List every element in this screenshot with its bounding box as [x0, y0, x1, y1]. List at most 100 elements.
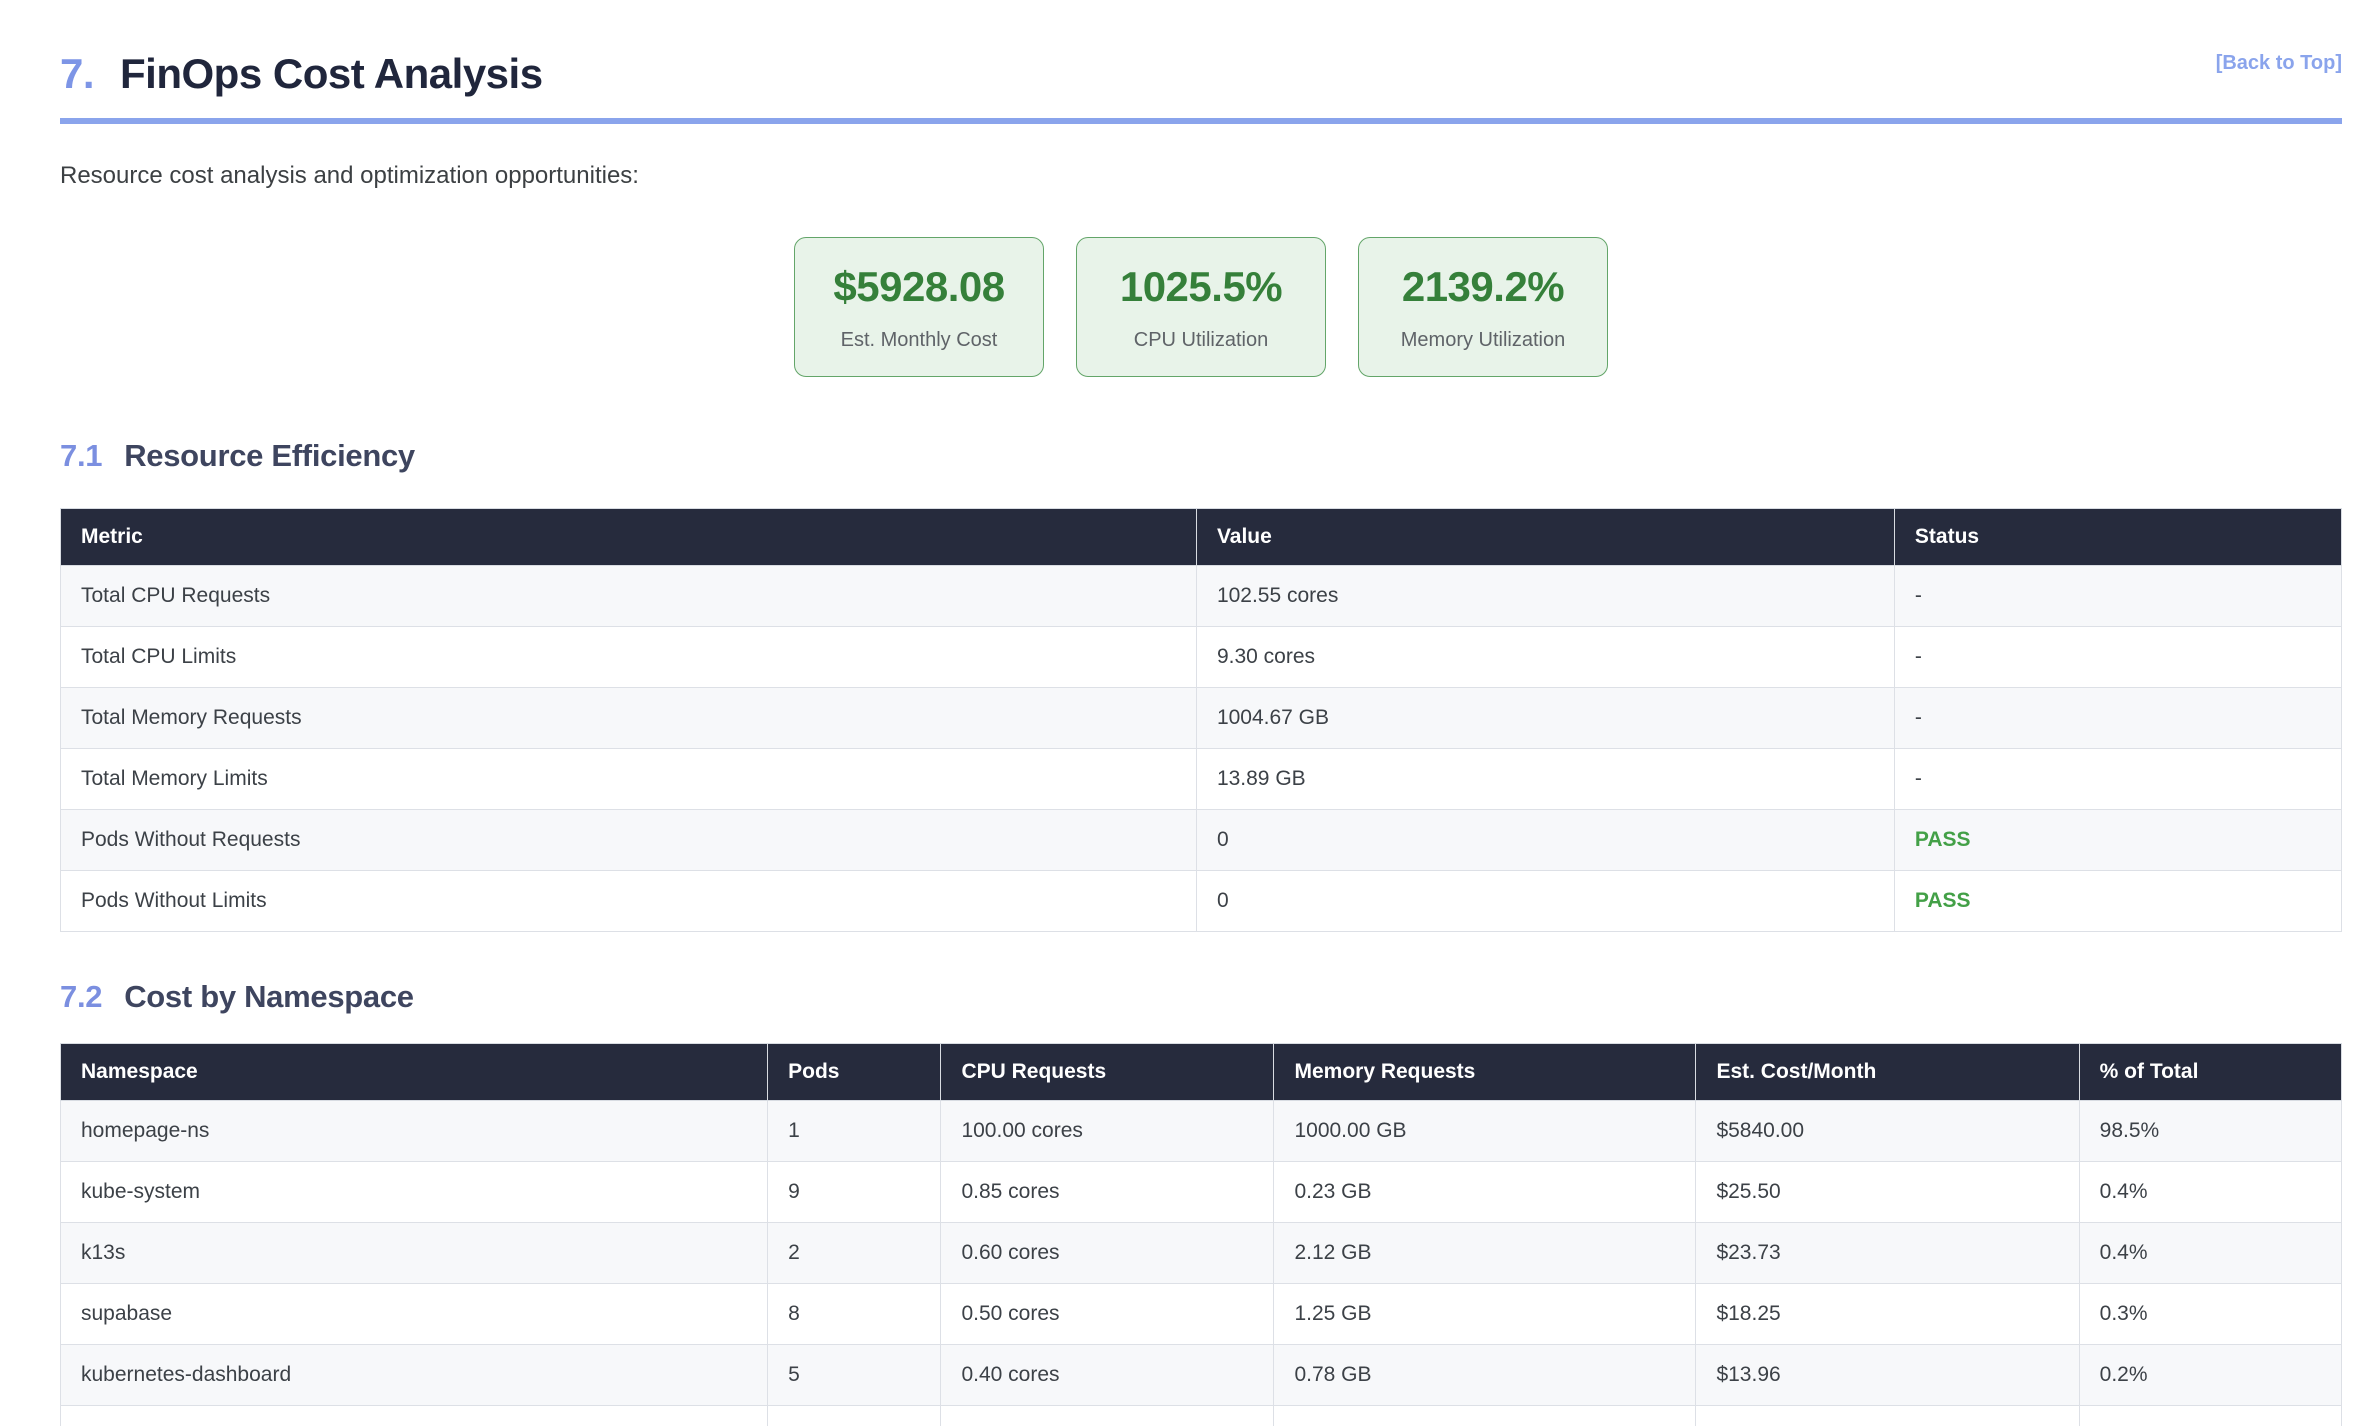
cost-by-namespace-table: NamespacePodsCPU RequestsMemory Requests… — [60, 1043, 2342, 1426]
table-cell: 0.78 GB — [1274, 1345, 1696, 1406]
table-cell: 98.5% — [2079, 1101, 2341, 1162]
column-header: % of Total — [2079, 1044, 2341, 1101]
table-cell: 1 — [768, 1101, 941, 1162]
table-cell: 8 — [768, 1284, 941, 1345]
table-cell: homepage-ns — [61, 1101, 768, 1162]
table-cell: 2.12 GB — [1274, 1223, 1696, 1284]
summary-card: 1025.5% CPU Utilization — [1076, 237, 1326, 377]
table-cell: $18.25 — [1696, 1284, 2079, 1345]
column-header: CPU Requests — [941, 1044, 1274, 1101]
table-row: Pods Without Requests0PASS — [61, 810, 2342, 871]
resource-efficiency-table: MetricValueStatusTotal CPU Requests102.5… — [60, 508, 2342, 932]
table-cell: 1000.00 GB — [1274, 1101, 1696, 1162]
table-cell: $13.96 — [1696, 1345, 2079, 1406]
table-cell: Total Memory Requests — [61, 688, 1197, 749]
table-cell: 0.40 cores — [941, 1345, 1274, 1406]
section-header: 7. FinOps Cost Analysis — [60, 50, 2342, 124]
column-header: Est. Cost/Month — [1696, 1044, 2079, 1101]
table-cell: 0.4% — [2079, 1223, 2341, 1284]
table-cell: 9.30 cores — [1196, 627, 1894, 688]
summary-cards: $5928.08 Est. Monthly Cost 1025.5% CPU Util… — [60, 237, 2342, 377]
table-cell: 100.00 cores — [941, 1101, 1274, 1162]
table-cell: ingress-nginx — [61, 1406, 768, 1426]
table-cell: 0.50 cores — [941, 1284, 1274, 1345]
summary-card: $5928.08 Est. Monthly Cost — [794, 237, 1044, 377]
table-cell: Total CPU Limits — [61, 627, 1197, 688]
table-cell: Total Memory Limits — [61, 749, 1197, 810]
subsection-number: 7.2 — [60, 979, 102, 1014]
column-header: Value — [1196, 509, 1894, 566]
table-cell: k13s — [61, 1223, 768, 1284]
table-cell: Pods Without Limits — [61, 871, 1197, 932]
column-header: Status — [1894, 509, 2341, 566]
table-cell: 2 — [768, 1223, 941, 1284]
table-row: Pods Without Limits0PASS — [61, 871, 2342, 932]
table-cell: 0.60 cores — [941, 1223, 1274, 1284]
table-cell: kubernetes-dashboard — [61, 1345, 768, 1406]
table-cell: PASS — [1894, 810, 2341, 871]
table-cell: 1004.67 GB — [1196, 688, 1894, 749]
table-row: kube-system90.85 cores0.23 GB$25.500.4% — [61, 1162, 2342, 1223]
card-value: 2139.2% — [1402, 263, 1564, 311]
table-cell: 5 — [768, 1345, 941, 1406]
table-cell: $3.18 — [1696, 1406, 2079, 1426]
card-label: Memory Utilization — [1401, 329, 1565, 352]
card-value: $5928.08 — [833, 263, 1004, 311]
table-row: ingress-nginx10.10 cores0.09 GB$3.180.1% — [61, 1406, 2342, 1426]
header-row: MetricValueStatus — [61, 509, 2342, 566]
column-header: Namespace — [61, 1044, 768, 1101]
table-cell: 0 — [1196, 871, 1894, 932]
subsection-label: Cost by Namespace — [124, 979, 414, 1014]
column-header: Metric — [61, 509, 1197, 566]
table-cell: 0.09 GB — [1274, 1406, 1696, 1426]
table-cell: kube-system — [61, 1162, 768, 1223]
page-title: 7. FinOps Cost Analysis — [60, 50, 2342, 98]
card-value: 1025.5% — [1120, 263, 1282, 311]
subsection-title-cost-by-namespace: 7.2 Cost by Namespace — [60, 978, 2342, 1015]
table-cell: 0.23 GB — [1274, 1162, 1696, 1223]
table-row: Total Memory Requests1004.67 GB- — [61, 688, 2342, 749]
table-cell: 0.3% — [2079, 1284, 2341, 1345]
card-label: Est. Monthly Cost — [841, 329, 998, 352]
table-cell: Pods Without Requests — [61, 810, 1197, 871]
table-cell: 9 — [768, 1162, 941, 1223]
subsection-title-resource-efficiency: 7.1Resource Efficiency — [60, 437, 2342, 474]
table-cell: $23.73 — [1696, 1223, 2079, 1284]
table-cell: 13.89 GB — [1196, 749, 1894, 810]
table-cell: 0.85 cores — [941, 1162, 1274, 1223]
table-cell: 102.55 cores — [1196, 566, 1894, 627]
subsection-label: Resource Efficiency — [124, 438, 415, 473]
report-page: 7. FinOps Cost Analysis [Back to Top] Res… — [60, 0, 2342, 1426]
table-cell: 1.25 GB — [1274, 1284, 1696, 1345]
table-cell: 0.2% — [2079, 1345, 2341, 1406]
section-title: FinOps Cost Analysis — [120, 50, 543, 97]
header-row: NamespacePodsCPU RequestsMemory Requests… — [61, 1044, 2342, 1101]
table-cell: $5840.00 — [1696, 1101, 2079, 1162]
summary-card: 2139.2% Memory Utilization — [1358, 237, 1608, 377]
back-to-top-link[interactable]: [Back to Top] — [2216, 52, 2342, 75]
table-row: Total Memory Limits13.89 GB- — [61, 749, 2342, 810]
table-cell: - — [1894, 566, 2341, 627]
table-row: k13s20.60 cores2.12 GB$23.730.4% — [61, 1223, 2342, 1284]
table-row: supabase80.50 cores1.25 GB$18.250.3% — [61, 1284, 2342, 1345]
table-cell: $25.50 — [1696, 1162, 2079, 1223]
column-header: Memory Requests — [1274, 1044, 1696, 1101]
table-row: Total CPU Limits9.30 cores- — [61, 627, 2342, 688]
table-row: Total CPU Requests102.55 cores- — [61, 566, 2342, 627]
table-cell: 0.10 cores — [941, 1406, 1274, 1426]
table-cell: - — [1894, 627, 2341, 688]
table-row: homepage-ns1100.00 cores1000.00 GB$5840.… — [61, 1101, 2342, 1162]
table-cell: 0.4% — [2079, 1162, 2341, 1223]
column-header: Pods — [768, 1044, 941, 1101]
table-cell: - — [1894, 688, 2341, 749]
table-cell: supabase — [61, 1284, 768, 1345]
card-label: CPU Utilization — [1134, 329, 1268, 352]
table-cell: PASS — [1894, 871, 2341, 932]
table-cell: 0 — [1196, 810, 1894, 871]
table-cell: 0.1% — [2079, 1406, 2341, 1426]
table-cell: Total CPU Requests — [61, 566, 1197, 627]
section-number: 7. — [60, 50, 94, 97]
intro-text: Resource cost analysis and optimization … — [60, 162, 2342, 191]
table-row: kubernetes-dashboard50.40 cores0.78 GB$1… — [61, 1345, 2342, 1406]
table-cell: - — [1894, 749, 2341, 810]
